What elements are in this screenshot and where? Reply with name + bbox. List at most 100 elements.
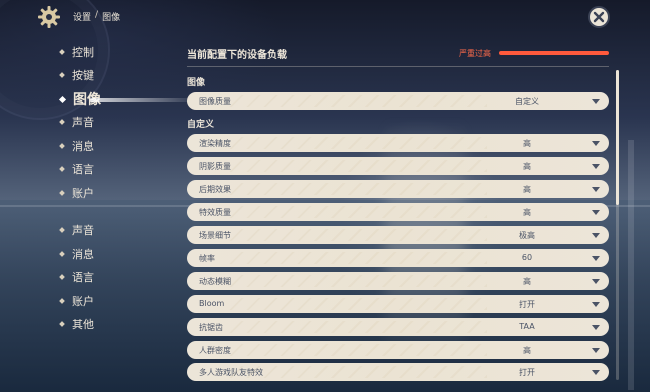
sidebar-item-account-repeat[interactable]: 账户 (59, 291, 94, 311)
breadcrumb-separator: / (95, 10, 99, 20)
sidebar-item-label: 声音 (72, 224, 94, 237)
setting-value: 高 (523, 185, 531, 194)
device-load-status: 严重过高 (459, 49, 491, 58)
diamond-bullet-icon (58, 95, 67, 103)
setting-label: 多人游戏队友特效 (199, 368, 263, 377)
setting-value: 60 (521, 253, 533, 262)
diamond-bullet-icon (59, 298, 65, 304)
sidebar-item-label: 账户 (72, 295, 94, 308)
setting-value: 高 (523, 208, 531, 217)
setting-value: 打开 (519, 368, 535, 377)
section-title-custom: 自定义 (187, 120, 215, 130)
setting-label: 阴影质量 (199, 162, 231, 171)
setting-value: 高 (523, 162, 531, 171)
setting-frame-rate[interactable]: 帧率 60 (187, 249, 609, 267)
diamond-bullet-icon (59, 49, 65, 55)
divider (187, 66, 609, 67)
setting-value: 自定义 (515, 97, 539, 106)
setting-value: 高 (523, 277, 531, 286)
sidebar-item-messages-repeat[interactable]: 消息 (59, 244, 94, 264)
setting-post-processing[interactable]: 后期效果 高 (187, 180, 609, 198)
diamond-bullet-icon (59, 227, 65, 233)
gear-icon (37, 5, 61, 29)
sidebar-item-label: 控制 (72, 46, 94, 59)
setting-bloom[interactable]: Bloom 打开 (187, 295, 609, 313)
setting-render-resolution[interactable]: 渲染精度 高 (187, 134, 609, 152)
chevron-down-icon (592, 99, 600, 104)
sidebar-item-label: 消息 (72, 140, 94, 153)
sidebar-item-label: 声音 (72, 116, 94, 129)
device-load-bar (499, 51, 609, 55)
sidebar-item-label: 消息 (72, 248, 94, 261)
sidebar-item-audio[interactable]: 声音 (59, 112, 94, 132)
diamond-bullet-icon (59, 190, 65, 196)
setting-coop-teammate-effects[interactable]: 多人游戏队友特效 打开 (187, 363, 609, 381)
setting-label: 特效质量 (199, 208, 231, 217)
sidebar-item-messages[interactable]: 消息 (59, 136, 94, 156)
setting-label: 后期效果 (199, 185, 231, 194)
setting-label: Bloom (199, 299, 225, 308)
setting-anti-aliasing[interactable]: 抗锯齿 TAA (187, 318, 609, 336)
chevron-down-icon (592, 210, 600, 215)
device-load-row: 当前配置下的设备负载 严重过高 (187, 44, 609, 62)
diamond-bullet-icon (59, 251, 65, 257)
settings-scrollbar[interactable] (616, 70, 619, 380)
setting-value: 极高 (519, 231, 535, 240)
setting-value: 打开 (519, 300, 535, 309)
diamond-bullet-icon (59, 119, 65, 125)
close-icon (593, 11, 605, 23)
setting-value: TAA (519, 322, 535, 331)
top-bar: 设置 / 图像 (0, 0, 650, 34)
setting-label: 抗锯齿 (199, 323, 223, 332)
breadcrumb-root[interactable]: 设置 (73, 10, 91, 23)
diamond-bullet-icon (59, 166, 65, 172)
sidebar-item-language[interactable]: 语言 (59, 159, 94, 179)
sidebar-item-label: 其他 (72, 318, 94, 331)
sidebar-item-other[interactable]: 其他 (59, 314, 94, 334)
chevron-down-icon (592, 141, 600, 146)
sidebar-item-label: 语言 (72, 163, 94, 176)
sidebar-item-keybinds[interactable]: 按键 (59, 65, 94, 85)
sidebar-item-label: 按键 (72, 69, 94, 82)
setting-value: 高 (523, 346, 531, 355)
setting-effects-quality[interactable]: 特效质量 高 (187, 203, 609, 221)
diamond-bullet-icon (59, 143, 65, 149)
setting-label: 图像质量 (199, 97, 231, 106)
section-title-image: 图像 (187, 78, 206, 88)
sidebar-item-controls[interactable]: 控制 (59, 42, 94, 62)
setting-shadow-quality[interactable]: 阴影质量 高 (187, 157, 609, 175)
chevron-down-icon (592, 279, 600, 284)
breadcrumb-current: 图像 (102, 13, 121, 23)
diamond-bullet-icon (59, 72, 65, 78)
device-load-label: 当前配置下的设备负载 (187, 50, 287, 61)
sidebar-item-graphics[interactable]: 图像 (58, 89, 200, 109)
setting-image-quality[interactable]: 图像质量 自定义 (187, 92, 609, 110)
sidebar-item-language-repeat[interactable]: 语言 (59, 267, 94, 287)
setting-motion-blur[interactable]: 动态模糊 高 (187, 272, 609, 290)
setting-value: 高 (523, 139, 531, 148)
chevron-down-icon (592, 302, 600, 307)
chevron-down-icon (592, 164, 600, 169)
close-button[interactable] (588, 6, 610, 28)
active-indicator (90, 98, 200, 102)
background-pillar (628, 140, 634, 390)
chevron-down-icon (592, 370, 600, 375)
chevron-down-icon (592, 256, 600, 261)
sidebar-item-label: 语言 (72, 271, 94, 284)
chevron-down-icon (592, 325, 600, 330)
setting-label: 动态模糊 (199, 277, 231, 286)
chevron-down-icon (592, 233, 600, 238)
setting-label: 帧率 (199, 254, 215, 263)
diamond-bullet-icon (59, 274, 65, 280)
setting-label: 渲染精度 (199, 139, 231, 148)
scrollbar-thumb[interactable] (616, 70, 619, 205)
sidebar-item-label: 账户 (72, 187, 94, 200)
sidebar-item-account[interactable]: 账户 (59, 183, 94, 203)
setting-crowd-density[interactable]: 人群密度 高 (187, 341, 609, 359)
chevron-down-icon (592, 348, 600, 353)
setting-label: 人群密度 (199, 346, 231, 355)
sidebar-item-audio-repeat[interactable]: 声音 (59, 220, 94, 240)
setting-scene-detail[interactable]: 场景细节 极高 (187, 226, 609, 244)
chevron-down-icon (592, 187, 600, 192)
diamond-bullet-icon (59, 321, 65, 327)
